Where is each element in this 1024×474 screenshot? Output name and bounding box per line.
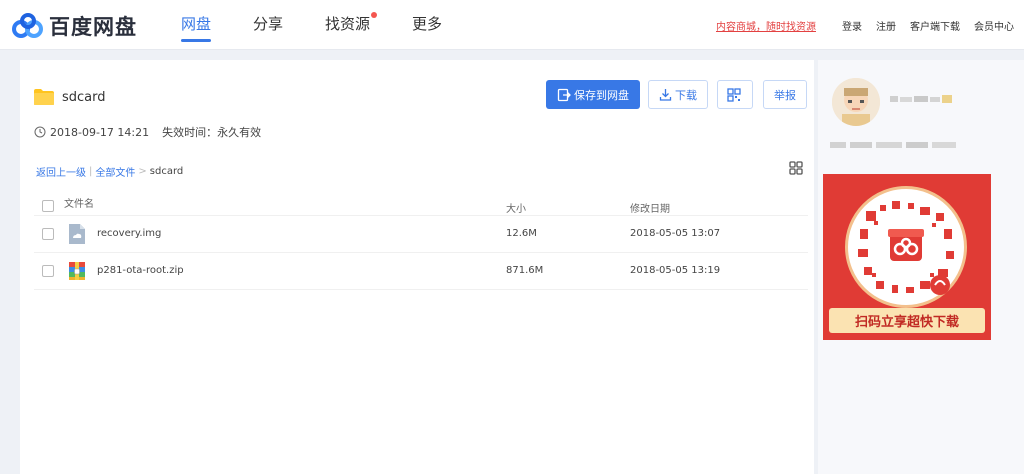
main-nav: 网盘 分享 找资源 更多: [181, 0, 484, 50]
blurred-user-info: [830, 142, 956, 148]
file-date: 2018-05-05 13:07: [630, 228, 721, 239]
image-file-icon: [69, 224, 85, 244]
nav-item-netdisk[interactable]: 网盘: [181, 0, 212, 50]
avatar-image: [832, 78, 880, 126]
notification-dot: [371, 12, 378, 18]
blurred-username: [890, 95, 952, 103]
avatar[interactable]: [832, 78, 880, 126]
save-icon: [557, 88, 571, 101]
select-all-checkbox[interactable]: [42, 200, 54, 212]
save-to-netdisk-button[interactable]: 保存到网盘: [546, 80, 640, 109]
register-link[interactable]: 注册: [876, 18, 896, 33]
report-button[interactable]: 举报: [763, 80, 807, 109]
top-navbar: 百度网盘 网盘 分享 找资源 更多 内容商城，随时找资源 登录 注册 客户端下载…: [0, 0, 1024, 50]
qrcode-icon: [726, 87, 741, 102]
table-header: 文件名 大小 修改日期: [34, 188, 808, 216]
breadcrumb: 返回上一级 | 全部文件 > sdcard: [36, 164, 183, 179]
breadcrumb-back[interactable]: 返回上一级: [36, 164, 86, 179]
folder-icon: [34, 89, 54, 105]
qrcode-button[interactable]: [717, 80, 753, 109]
clock-icon: [34, 126, 46, 138]
share-title: sdcard: [62, 90, 106, 105]
share-panel: sdcard 2018-09-17 14:21 失效时间：永久有效 保存到网盘 …: [20, 60, 814, 474]
zip-file-icon: [69, 262, 85, 280]
nav-item-find-resources[interactable]: 找资源: [325, 0, 378, 50]
app-download-qr-card[interactable]: 扫码立享超快下载: [823, 174, 991, 340]
qr-pattern-icon: [858, 201, 954, 295]
file-name[interactable]: recovery.img: [97, 228, 161, 239]
nav-item-more[interactable]: 更多: [412, 0, 442, 50]
file-name[interactable]: p281-ota-root.zip: [97, 265, 184, 276]
file-table: 文件名 大小 修改日期 recovery.img 12.6M 2018-05-0…: [34, 188, 808, 290]
row-checkbox[interactable]: [42, 265, 54, 277]
nav-item-find-resources-label: 找资源: [325, 15, 371, 33]
nav-item-share[interactable]: 分享: [253, 0, 283, 50]
logo-text: 百度网盘: [49, 15, 137, 39]
header-size: 大小: [506, 204, 526, 215]
save-button-label: 保存到网盘: [574, 88, 629, 102]
download-button-label: 下载: [675, 88, 697, 102]
table-row[interactable]: recovery.img 12.6M 2018-05-05 13:07: [34, 216, 808, 253]
login-link[interactable]: 登录: [842, 18, 862, 33]
row-checkbox[interactable]: [42, 228, 54, 240]
scan-download-label[interactable]: 扫码立享超快下载: [829, 308, 985, 333]
promo-link[interactable]: 内容商城，随时找资源: [716, 18, 816, 33]
file-size: 12.6M: [506, 228, 537, 239]
breadcrumb-separator: >: [138, 166, 147, 177]
account-links: 登录 注册 客户端下载 会员中心: [842, 18, 1014, 33]
file-size: 871.6M: [506, 265, 544, 276]
sidebar: 扫码立享超快下载: [818, 60, 1024, 474]
breadcrumb-all-files[interactable]: 全部文件: [95, 164, 135, 179]
share-meta: 2018-09-17 14:21 失效时间：永久有效: [34, 124, 261, 140]
download-button[interactable]: 下载: [648, 80, 708, 109]
grid-view-icon[interactable]: [789, 161, 803, 175]
breadcrumb-current: sdcard: [149, 166, 184, 177]
download-icon: [659, 89, 672, 101]
share-date: 2018-09-17 14:21: [50, 125, 150, 139]
header-name: 文件名: [64, 199, 94, 210]
vip-center-link[interactable]: 会员中心: [974, 18, 1014, 33]
baidu-netdisk-logo-icon: [12, 13, 43, 38]
header-date: 修改日期: [630, 204, 670, 215]
table-row[interactable]: p281-ota-root.zip 871.6M 2018-05-05 13:1…: [34, 253, 808, 290]
client-download-link[interactable]: 客户端下载: [910, 18, 960, 33]
expire-text: 失效时间：永久有效: [162, 126, 262, 139]
logo[interactable]: 百度网盘: [12, 11, 137, 41]
breadcrumb-divider: |: [89, 166, 93, 177]
file-date: 2018-05-05 13:19: [630, 265, 721, 276]
qr-code: [845, 186, 967, 308]
